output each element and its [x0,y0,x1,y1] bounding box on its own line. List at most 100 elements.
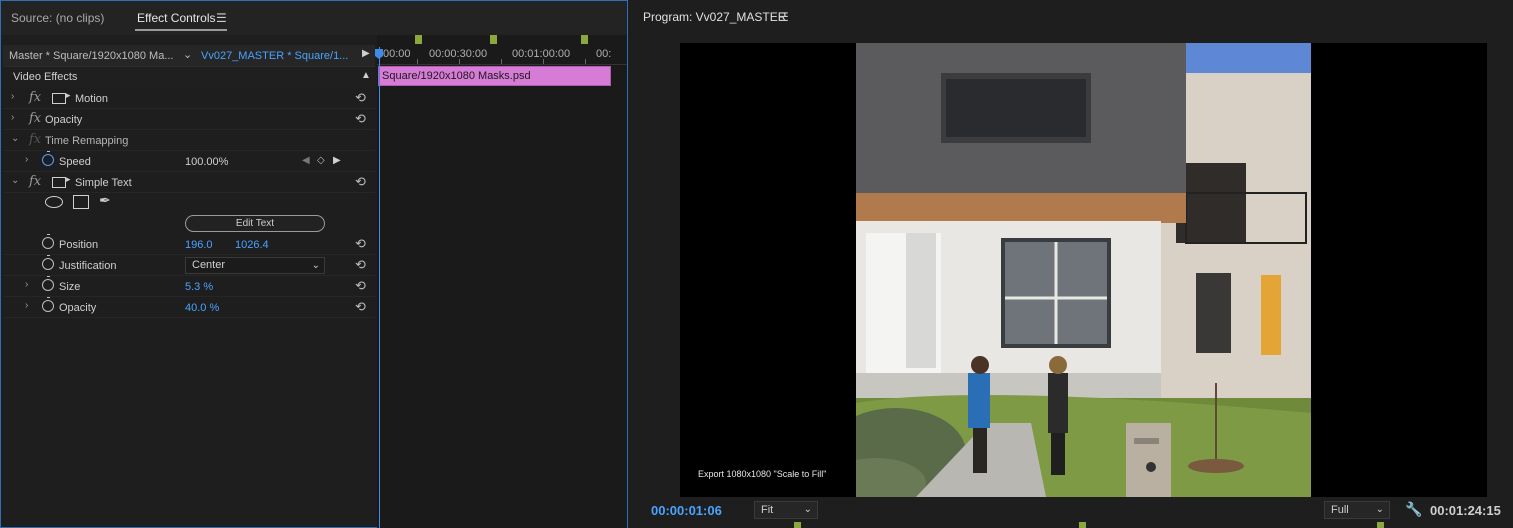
marker[interactable] [1377,522,1384,528]
reset-icon[interactable]: ⟲ [355,257,366,273]
tab-effect-controls[interactable]: Effect Controls [137,11,215,25]
keyframe-prev-icon[interactable]: ◀ [302,155,310,166]
active-tab-underline [135,29,227,31]
chevron-down-icon[interactable]: ⌄ [11,175,19,186]
settings-wrench-icon[interactable]: 🔧 [1405,501,1422,518]
chevron-down-icon: ⌄ [1375,504,1384,515]
mask-tools: ✒ [3,191,375,213]
zoom-select[interactable]: Fit ⌄ [754,501,818,519]
chevron-down-icon[interactable]: ⌄ [11,133,19,144]
playhead[interactable] [379,47,380,528]
video-effects-label: Video Effects [13,71,78,83]
effect-row-motion[interactable]: › fx Motion ⟲ [3,88,375,109]
effect-controls-panel: Source: (no clips) Effect Controls ☰ Mas… [0,0,628,528]
property-row-speed[interactable]: › Speed 100.00% ◀ ◇ ▶ [3,151,375,172]
property-row-position[interactable]: Position 196.0 1026.4 ⟲ [3,234,375,255]
effect-label-opacity: Opacity [45,114,83,126]
fx-icon[interactable]: fx [29,174,41,189]
speed-value[interactable]: 100.00% [185,156,228,168]
chevron-right-icon[interactable]: › [11,112,14,123]
property-row-text-opacity[interactable]: › Opacity 40.0 % ⟲ [3,297,375,318]
panel-menu-icon[interactable]: ☰ [778,10,789,24]
transform-handle-icon[interactable] [52,174,71,188]
marker[interactable] [415,35,422,44]
property-label-justification: Justification [59,260,117,272]
marker[interactable] [794,522,801,528]
stopwatch-icon[interactable] [42,234,54,249]
justification-dropdown[interactable]: Center ⌄ [185,257,325,274]
chevron-down-icon: ⌄ [311,260,320,271]
program-viewer[interactable]: Export 1080x1080 "Scale to Fill" [680,43,1487,497]
video-frame-image [856,43,1311,497]
stopwatch-icon[interactable] [42,255,54,270]
resolution-select[interactable]: Full ⌄ [1324,501,1390,519]
program-transport-bar: 00:00:01:06 Fit ⌄ Full ⌄ 🔧 00:01:24:15 [630,498,1513,528]
video-frame [856,43,1311,497]
rectangle-mask-icon[interactable] [73,195,89,209]
time-ruler[interactable]: 00:00 00:00:30:00 00:01:00:00 00: [377,45,627,65]
scroll-up-icon[interactable]: ▲ [361,70,371,81]
stopwatch-icon[interactable] [42,276,54,291]
position-x-value[interactable]: 196.0 [185,239,213,251]
size-value[interactable]: 5.3 % [185,281,213,293]
effect-row-time-remapping[interactable]: ⌄ fx Time Remapping [3,130,375,151]
chevron-right-icon[interactable]: › [25,154,28,165]
effect-controls-timeline[interactable]: 00:00 00:00:30:00 00:01:00:00 00: Square… [375,35,627,528]
reset-icon[interactable]: ⟲ [355,111,366,127]
position-y-value[interactable]: 1026.4 [235,239,269,251]
tab-source[interactable]: Source: (no clips) [11,11,104,25]
ruler-tick [543,59,544,64]
keyframe-add-icon[interactable]: ◇ [317,155,325,166]
play-icon[interactable]: ▶ [362,48,370,59]
justification-value: Center [192,259,226,271]
fx-icon[interactable]: fx [29,111,41,126]
chevron-right-icon[interactable]: › [25,279,28,290]
ruler-tick [585,59,586,64]
effect-controls-header: Master * Square/1920x1080 Ma... ⌄ Vv027_… [3,45,375,67]
stopwatch-icon[interactable] [42,151,54,166]
timeline-clip[interactable]: Square/1920x1080 Masks.psd [378,66,611,86]
effect-label-time-remapping: Time Remapping [45,135,129,147]
property-label-position: Position [59,239,99,251]
edit-text-button[interactable]: Edit Text [185,215,325,232]
chevron-down-icon[interactable]: ⌄ [183,48,192,61]
property-label-text-opacity: Opacity [59,302,97,314]
effect-row-simple-text[interactable]: ⌄ fx Simple Text ⟲ [3,172,375,193]
pen-mask-icon[interactable]: ✒ [99,192,111,209]
ruler-timecode: 00: [596,48,612,60]
chevron-down-icon: ⌄ [803,504,812,515]
chevron-right-icon[interactable]: › [25,300,28,311]
ruler-tick [417,59,418,64]
ellipse-mask-icon[interactable] [45,196,63,208]
marker[interactable] [490,35,497,44]
keyframe-next-icon[interactable]: ▶ [333,155,341,166]
ruler-tick [459,59,460,64]
effect-label-simple-text: Simple Text [75,177,132,189]
program-monitor-panel: Program: Vv027_MASTER ☰ Export 1080x1080… [630,0,1513,528]
chevron-right-icon[interactable]: › [11,91,14,102]
text-opacity-value[interactable]: 40.0 % [185,302,219,314]
stopwatch-icon[interactable] [42,297,54,312]
effect-row-opacity[interactable]: › fx Opacity ⟲ [3,109,375,130]
reset-icon[interactable]: ⟲ [355,90,366,106]
program-monitor-title[interactable]: Program: Vv027_MASTER [643,10,786,24]
reset-icon[interactable]: ⟲ [355,299,366,315]
zoom-value: Fit [761,504,774,516]
master-clip-label[interactable]: Master * Square/1920x1080 Ma... [9,50,173,62]
reset-icon[interactable]: ⟲ [355,278,366,294]
current-timecode[interactable]: 00:00:01:06 [651,503,722,518]
property-label-size: Size [59,281,81,293]
ruler-timecode: 00:00 [383,48,411,60]
sequence-clip-label[interactable]: Vv027_MASTER * Square/1... [201,50,348,62]
marker[interactable] [581,35,588,44]
property-row-size[interactable]: › Size 5.3 % ⟲ [3,276,375,297]
reset-icon[interactable]: ⟲ [355,236,366,252]
reset-icon[interactable]: ⟲ [355,174,366,190]
panel-menu-icon[interactable]: ☰ [216,11,227,25]
marker[interactable] [1079,522,1086,528]
ruler-tick [501,59,502,64]
video-effects-header: Video Effects ▲ [3,68,375,87]
resolution-value: Full [1331,504,1349,516]
fx-icon[interactable]: fx [29,90,41,105]
transform-handle-icon[interactable] [52,90,71,104]
